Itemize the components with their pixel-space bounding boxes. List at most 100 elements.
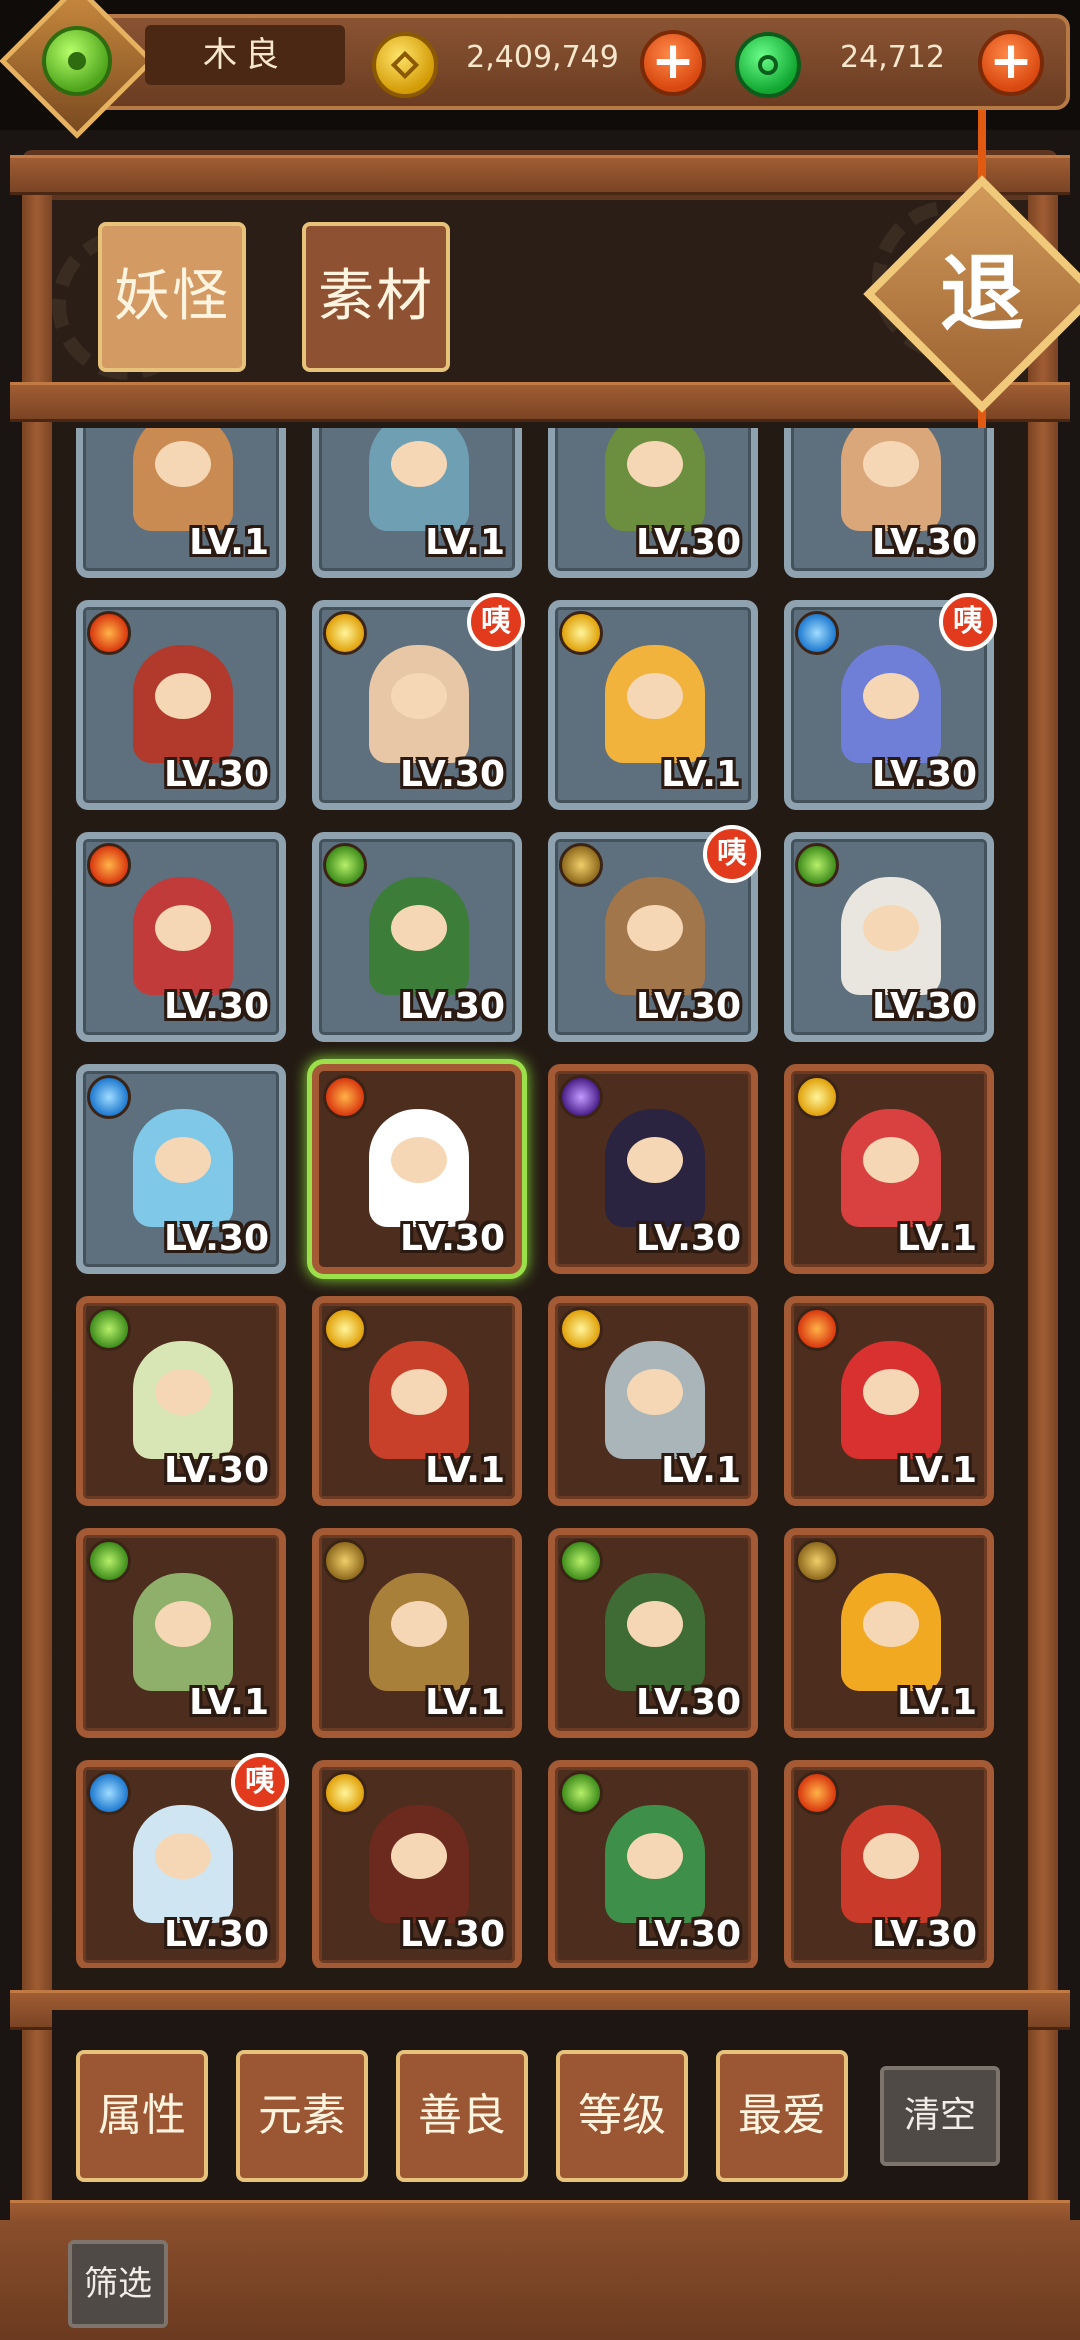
yokai-card[interactable]: LV.30: [784, 428, 994, 578]
puppet-yokai-icon: [605, 877, 705, 995]
level-label: LV.30: [636, 1218, 741, 1259]
level-label: LV.30: [164, 1450, 269, 1491]
filter-1-button[interactable]: 元素: [236, 2050, 368, 2182]
yokai-card[interactable]: LV.1: [312, 428, 522, 578]
level-label: LV.30: [872, 1914, 977, 1955]
yokai-card[interactable]: 咦 LV.30: [312, 593, 525, 810]
exit-label[interactable]: 退: [898, 210, 1066, 378]
yokai-card[interactable]: LV.1: [548, 600, 758, 810]
filter-3-button[interactable]: 等级: [556, 2050, 688, 2182]
yokai-card[interactable]: LV.30: [76, 1064, 286, 1274]
filter-button[interactable]: 筛选: [68, 2240, 168, 2328]
mid-beam: [10, 382, 1070, 422]
egg-yokai-icon: [605, 1341, 705, 1459]
soldier-yokai-icon: [605, 1805, 705, 1923]
yokai-card[interactable]: 咦 LV.30: [548, 825, 761, 1042]
filter-2-button[interactable]: 善良: [396, 2050, 528, 2182]
yokai-card[interactable]: LV.1: [76, 1528, 286, 1738]
new-badge: 咦: [231, 1753, 289, 1811]
tab-yokai[interactable]: 妖怪: [98, 222, 246, 372]
level-label: LV.30: [400, 754, 505, 795]
level-label: LV.30: [400, 986, 505, 1027]
level-label: LV.1: [189, 522, 269, 563]
radish-yokai-icon: [841, 1109, 941, 1227]
wood-element-icon: [795, 843, 839, 887]
yokai-card[interactable]: LV.30: [312, 1760, 522, 1968]
jade-amount: 24,712: [840, 40, 945, 75]
tofu-yokai-icon: [605, 645, 705, 763]
earth-element-icon: [795, 1539, 839, 1583]
clear-button[interactable]: 清空: [880, 2066, 1000, 2166]
yokai-card[interactable]: LV.30: [548, 1528, 758, 1738]
maiden-yokai-icon: [369, 645, 469, 763]
water-element-icon: [87, 1771, 131, 1815]
fire-element-icon: [87, 611, 131, 655]
rose-yokai-icon: [841, 1341, 941, 1459]
shrine-yokai-icon: [369, 1341, 469, 1459]
fire-element-icon: [323, 1075, 367, 1119]
level-label: LV.30: [872, 522, 977, 563]
earth-element-icon: [323, 1539, 367, 1583]
yokai-card[interactable]: LV.30: [548, 428, 758, 578]
general-yokai-icon: [369, 877, 469, 995]
hermit-yokai-icon: [133, 1341, 233, 1459]
yokai-card[interactable]: LV.1: [312, 1528, 522, 1738]
add-gold-button[interactable]: +: [640, 30, 706, 96]
dark-element-icon: [559, 1075, 603, 1119]
filter-0-button[interactable]: 属性: [76, 2050, 208, 2182]
avatar-icon[interactable]: [42, 26, 112, 96]
yokai-card[interactable]: 咦 LV.30: [784, 593, 997, 810]
top-bar: 木良 2,409,749 + 24,712 +: [0, 0, 1080, 139]
yokai-card[interactable]: LV.30: [312, 1064, 522, 1274]
yokai-card[interactable]: LV.1: [76, 428, 286, 578]
yokai-card[interactable]: LV.30: [76, 600, 286, 810]
wood-element-icon: [559, 1771, 603, 1815]
level-label: LV.30: [400, 1914, 505, 1955]
yokai-card[interactable]: LV.1: [312, 1296, 522, 1506]
level-label: LV.1: [425, 1450, 505, 1491]
yokai-grid[interactable]: LV.1 LV.1 LV.30 LV.30 LV.30 咦 LV.30 LV.1 咦 LV.30 L…: [52, 428, 1028, 1968]
level-label: LV.1: [661, 754, 741, 795]
level-label: LV.1: [425, 522, 505, 563]
yokai-card[interactable]: 咦 LV.30: [76, 1753, 289, 1968]
level-label: LV.1: [897, 1450, 977, 1491]
yokai-card[interactable]: LV.1: [784, 1296, 994, 1506]
yokai-card[interactable]: LV.30: [548, 1064, 758, 1274]
light-element-icon: [323, 1307, 367, 1351]
yokai-card[interactable]: LV.1: [784, 1064, 994, 1274]
top-beam: [10, 155, 1070, 195]
wood-element-icon: [87, 1539, 131, 1583]
new-badge: 咦: [939, 593, 997, 651]
horse-yokai-icon: [841, 877, 941, 995]
earth-element-icon: [559, 843, 603, 887]
sunflower-yokai-icon: [841, 1573, 941, 1691]
level-label: LV.30: [636, 1914, 741, 1955]
official-yokai-icon: [133, 645, 233, 763]
pig-yokai-icon: [841, 428, 941, 531]
tab-material[interactable]: 素材: [302, 222, 450, 372]
level-label: LV.30: [872, 754, 977, 795]
rider-yokai-icon: [605, 428, 705, 531]
yokai-card[interactable]: LV.30: [548, 1760, 758, 1968]
fire-element-icon: [87, 843, 131, 887]
level-label: LV.1: [661, 1450, 741, 1491]
yokai-card[interactable]: LV.30: [784, 1760, 994, 1968]
level-label: LV.30: [636, 522, 741, 563]
flower-yokai-icon: [841, 645, 941, 763]
wood-element-icon: [323, 843, 367, 887]
yokai-card[interactable]: LV.30: [312, 832, 522, 1042]
filter-4-button[interactable]: 最爱: [716, 2050, 848, 2182]
new-badge: 咦: [703, 825, 761, 883]
yokai-card[interactable]: LV.30: [76, 832, 286, 1042]
yokai-card[interactable]: LV.30: [784, 832, 994, 1042]
yokai-card[interactable]: LV.1: [784, 1528, 994, 1738]
add-jade-button[interactable]: +: [978, 30, 1044, 96]
player-name: 木良: [145, 25, 345, 85]
gold-amount: 2,409,749: [466, 40, 619, 75]
fire-element-icon: [795, 1771, 839, 1815]
level-label: LV.30: [164, 1218, 269, 1259]
level-label: LV.30: [636, 1682, 741, 1723]
yokai-card[interactable]: LV.30: [76, 1296, 286, 1506]
yokai-card[interactable]: LV.1: [548, 1296, 758, 1506]
level-label: LV.30: [164, 754, 269, 795]
